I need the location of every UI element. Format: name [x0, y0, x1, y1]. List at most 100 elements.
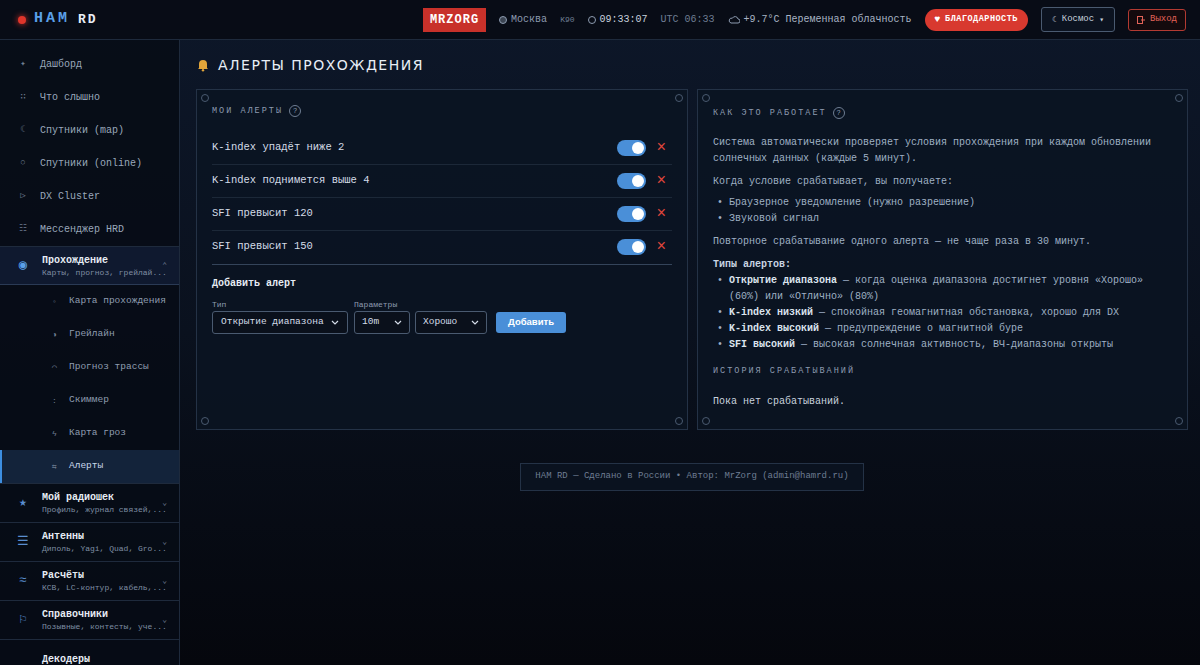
band-select[interactable]: 10m: [354, 311, 410, 334]
subnav-label: Прогноз трассы: [69, 360, 149, 374]
sidebar-subitem[interactable]: ϟКарта гроз: [0, 417, 179, 450]
select-value: Хорошо: [423, 315, 457, 329]
logout-icon: [1137, 16, 1145, 24]
subnav-label: Грейлайн: [69, 327, 115, 341]
sidebar-item[interactable]: ☷Мессенджер HRD: [0, 213, 179, 246]
type-desc: — высокая солнечная активность, ВЧ-диапа…: [795, 339, 1113, 350]
thanks-button[interactable]: ♥БЛАГОДАРНОСТЬ: [925, 9, 1028, 31]
group-subtitle: Диполь, Yagi, Quad, Gro...: [42, 543, 150, 554]
toggle-knob: [632, 208, 644, 220]
nav-icon: ▷: [18, 190, 28, 204]
subnav-label: Карта прохождения: [69, 294, 166, 308]
type-term: SFI высокий: [729, 339, 795, 350]
bullet-icon: •: [717, 321, 723, 337]
type-desc: — предупреждение о магнитной буре: [819, 323, 1023, 334]
bullet-icon: •: [717, 273, 723, 305]
corner-dot-icon: [201, 417, 209, 425]
logout-button[interactable]: Выход: [1128, 9, 1186, 31]
sidebar-item[interactable]: ∷Что слышно: [0, 81, 179, 114]
group-subtitle: КСВ, LC-контур, кабель,...: [42, 582, 150, 593]
group-icon: ◉: [16, 255, 30, 276]
params-field: Параметры 10m Хорошо: [354, 299, 487, 334]
group-subtitle: Карты, прогноз, грейлай...: [42, 267, 150, 278]
sidebar-item[interactable]: ▷DX Cluster: [0, 180, 179, 213]
help-icon[interactable]: ?: [833, 107, 845, 119]
bullet-icon: •: [717, 305, 723, 321]
subnav-icon: ⇆: [50, 461, 59, 473]
moon-icon: ☾: [1052, 14, 1057, 26]
delete-button[interactable]: ×: [656, 173, 666, 189]
nav-icon: ∷: [18, 91, 28, 105]
alert-toggle[interactable]: [617, 173, 646, 189]
footer-text: HAM RD — Сделано в России • Автор: MrZor…: [520, 463, 863, 491]
body: ✦Дашборд∷Что слышно☾Спутники (map)○Спутн…: [0, 40, 1200, 665]
help-icon[interactable]: ?: [289, 105, 301, 117]
type-text: K-index низкий — спокойная геомагнитная …: [729, 305, 1119, 321]
dropdown-arrow-icon: ▾: [1099, 14, 1104, 26]
level-select[interactable]: Хорошо: [415, 311, 487, 334]
sidebar-item[interactable]: ☾Спутники (map): [0, 114, 179, 147]
panels: МОИ АЛЕРТЫ?K-index упадёт ниже 2×K-index…: [196, 89, 1188, 430]
theme-select[interactable]: ☾ Космос ▾: [1041, 7, 1115, 32]
bullet-icon: •: [717, 195, 723, 211]
group-icon: ≈: [16, 571, 30, 591]
delete-button[interactable]: ×: [656, 206, 666, 222]
group-label: Расчёты: [42, 569, 150, 582]
how-it-works-panel: КАК ЭТО РАБОТАЕТ?Система автоматически п…: [697, 89, 1188, 430]
alert-row: SFI превысит 120×: [212, 198, 672, 231]
notify-list: •Браузерное уведомление (нужно разрешени…: [713, 195, 1172, 227]
delete-button[interactable]: ×: [656, 140, 666, 156]
locator: K90: [560, 14, 574, 26]
group-label: Прохождение: [42, 254, 150, 267]
sidebar-group[interactable]: ⚐СправочникиПозывные, контесты, уче...⌄: [0, 600, 179, 639]
thanks-label: БЛАГОДАРНОСТЬ: [945, 13, 1018, 26]
alert-label: SFI превысит 150: [212, 239, 617, 255]
chevron-down-icon: [394, 320, 402, 325]
chevron-icon: ⌄: [162, 614, 167, 626]
group-text: Мой радиошекПрофиль, журнал связей,...: [42, 487, 150, 519]
group-label: Справочники: [42, 608, 150, 621]
field-label: Параметры: [354, 299, 487, 309]
alert-toggle[interactable]: [617, 239, 646, 255]
sidebar: ✦Дашборд∷Что слышно☾Спутники (map)○Спутн…: [0, 40, 180, 665]
sidebar-subitem[interactable]: ⇆Алерты: [0, 450, 179, 483]
sidebar-group[interactable]: ≈РасчётыКСВ, LC-контур, кабель,...⌄: [0, 561, 179, 600]
select-value: 10m: [362, 315, 379, 329]
sidebar-group[interactable]: ◉ ПрохождениеКарты, прогноз, грейлай... ⌃: [0, 246, 179, 285]
nav-icon: ○: [18, 157, 28, 171]
sidebar-group[interactable]: ★Мой радиошекПрофиль, журнал связей,...⌄: [0, 483, 179, 522]
theme-label: Космос: [1062, 13, 1094, 27]
toggle-knob: [632, 175, 644, 187]
history-title: ИСТОРИЯ СРАБАТЫВАНИЙ: [713, 363, 1172, 379]
delete-button[interactable]: ×: [656, 239, 666, 255]
sidebar-subitem[interactable]: ◑ Грейлайн: [0, 318, 179, 351]
group-subtitle: Позывные, контесты, уче...: [42, 621, 150, 632]
alert-toggle[interactable]: [617, 140, 646, 156]
sidebar-item[interactable]: ○Спутники (online): [0, 147, 179, 180]
sidebar-subitem[interactable]: :Скиммер: [0, 384, 179, 417]
logo-text: RD: [78, 10, 98, 30]
alert-toggle[interactable]: [617, 206, 646, 222]
utc-time: UTC 06:33: [661, 12, 715, 27]
intro-text: Система автоматически проверяет условия …: [713, 135, 1172, 167]
sidebar-subitem[interactable]: ◠Прогноз трассы: [0, 351, 179, 384]
alert-list: K-index упадёт ниже 2×K-index поднимется…: [212, 132, 672, 265]
sidebar-group[interactable]: ☰АнтенныДиполь, Yagi, Quad, Gro...⌄: [0, 522, 179, 561]
type-select[interactable]: Открытие диапазона: [212, 311, 348, 334]
subnav-label: Скиммер: [69, 393, 109, 407]
logo[interactable]: HAMRD: [18, 8, 98, 31]
weather: +9.7°C Переменная облачность: [728, 12, 912, 27]
chevron-icon: ⌃: [162, 260, 167, 272]
subnav-icon: ◑: [50, 329, 59, 341]
corner-dot-icon: [201, 94, 209, 102]
receive-text: Когда условие срабатывает, вы получаете:: [713, 174, 1172, 190]
sidebar-group[interactable]: Декодеры: [0, 639, 179, 665]
sidebar-item[interactable]: ✦Дашборд: [0, 48, 179, 81]
page-title: АЛЕРТЫ ПРОХОЖДЕНИЯ: [218, 55, 424, 76]
add-button[interactable]: Добавить: [496, 312, 566, 333]
note-text: Повторное срабатывание одного алерта — н…: [713, 234, 1172, 250]
clock: 09:33:07: [588, 12, 648, 27]
group-text: РасчётыКСВ, LC-контур, кабель,...: [42, 565, 150, 597]
clock-icon: [588, 16, 596, 24]
sidebar-subitem[interactable]: ◦Карта прохождения: [0, 285, 179, 318]
